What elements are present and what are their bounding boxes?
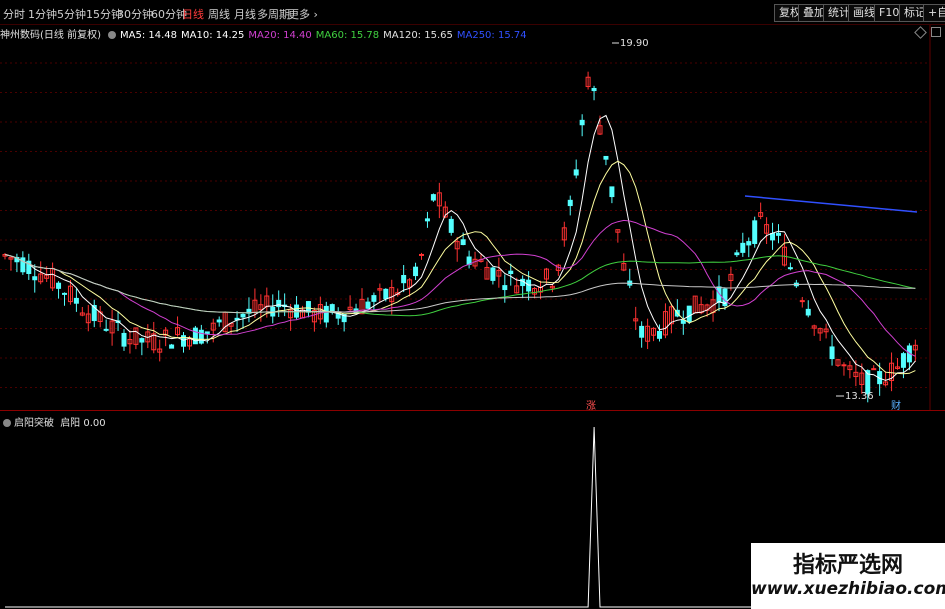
toolbar-button-6[interactable]: +自选 <box>923 4 945 22</box>
low-price-label: 13.36 <box>845 391 874 402</box>
ma-label-2: MA20: 14.40 <box>248 30 312 41</box>
stock-title: 神州数码(日线 前复权) <box>0 30 101 41</box>
candle-body <box>591 88 597 92</box>
kline-header: 神州数码(日线 前复权) MA5: 14.48 MA10: 14.25 MA20: 1… <box>0 26 535 41</box>
candle-body <box>657 330 662 339</box>
candle-body <box>198 329 204 344</box>
candle-body <box>383 288 389 300</box>
period-tab-9[interactable]: 多周期 <box>257 6 290 22</box>
candle-body <box>787 267 793 270</box>
candle-body <box>32 276 38 281</box>
period-tab-10[interactable]: 更多 › <box>288 6 318 22</box>
candle-body <box>371 295 377 302</box>
period-tab-1[interactable]: 1分钟 <box>28 6 57 22</box>
indicator-header: 启阳突破 启阳 0.00 <box>0 414 106 429</box>
candle-body <box>567 199 573 207</box>
candle-body <box>573 169 579 176</box>
period-tab-7[interactable]: 周线 <box>208 6 230 22</box>
candle-body <box>603 155 609 160</box>
ma-label-5: MA250: 15.74 <box>456 30 527 41</box>
candle-body <box>323 305 329 323</box>
candle-body <box>365 301 371 309</box>
candle-body <box>770 233 776 241</box>
indicator-value: 0.00 <box>83 418 106 429</box>
ma-label-0: MA5: 14.48 <box>119 30 177 41</box>
cai-marker: 财 <box>891 399 901 410</box>
candle-body <box>424 218 430 222</box>
candle-body <box>829 346 835 360</box>
candle-body <box>740 242 746 253</box>
candle-body <box>430 194 436 201</box>
candle-body <box>686 305 692 323</box>
candle-body <box>73 297 79 304</box>
indicator-series-name: 启阳 <box>60 418 81 429</box>
candle-body <box>56 282 62 289</box>
candle-body <box>609 186 615 198</box>
candle-body <box>62 292 67 295</box>
candle-body <box>502 285 508 291</box>
candle-body <box>680 319 686 324</box>
ma-legend: MA5: 14.48 MA10: 14.25 MA20: 14.40 MA60: 15… <box>120 30 531 41</box>
candle-body <box>448 218 454 233</box>
period-tab-2[interactable]: 5分钟 <box>57 6 86 22</box>
ma-label-1: MA10: 14.25 <box>181 30 245 41</box>
candle-body <box>900 353 906 368</box>
candle-body <box>752 220 758 244</box>
indicator-name: 启阳突破 <box>14 418 54 429</box>
watermark-title: 指标严选网 <box>792 553 903 578</box>
candle-body <box>216 319 222 323</box>
candle-body <box>460 239 466 246</box>
candle-body <box>121 332 127 347</box>
candle-body <box>419 253 424 256</box>
candle-body <box>805 308 811 316</box>
candle-body <box>746 241 752 246</box>
ma-label-4: MA120: 15.65 <box>383 30 453 41</box>
candle-body <box>276 299 282 308</box>
watermark: 指标严选网 www.xuezhibiao.com <box>751 543 945 609</box>
candle-body <box>103 328 109 331</box>
candle-body <box>871 368 877 371</box>
maximize-icon[interactable] <box>931 27 941 37</box>
zhang-marker: 涨 <box>586 400 596 410</box>
candle-body <box>579 119 585 126</box>
candle-body <box>734 252 740 256</box>
ma-label-3: MA60: 15.78 <box>315 30 380 41</box>
candle-body <box>508 270 514 275</box>
candle-body <box>639 325 645 338</box>
period-tab-4[interactable]: 30分钟 <box>117 6 153 22</box>
ma120-line <box>4 254 916 314</box>
period-tab-6[interactable]: 日线 <box>182 6 204 22</box>
candle-body <box>413 266 419 277</box>
top-toolbar: 分时 1分钟 5分钟 15分钟 30分钟 60分钟 日线 周线 月线 多周期 更多 › 复权 叠加 统计… <box>0 0 945 25</box>
candle-body <box>139 338 145 343</box>
candle-body <box>841 364 847 367</box>
candle-body <box>20 257 26 273</box>
period-tab-8[interactable]: 月线 <box>234 6 256 22</box>
candle-body <box>776 232 781 236</box>
ma250-line <box>744 195 918 213</box>
watermark-url: www.xuezhibiao.com <box>751 579 945 599</box>
kline-panel[interactable]: 19.90 13.36 涨 财 神州数码(日线 前复权) MA5: 14.48 MA10:… <box>0 25 945 410</box>
candle-body <box>401 275 407 284</box>
settings-icon[interactable] <box>107 31 116 39</box>
period-tab-0[interactable]: 分时 <box>3 6 25 22</box>
candle-body <box>490 267 496 281</box>
candle-body <box>169 344 175 349</box>
kline-chart[interactable]: 19.90 13.36 涨 财 <box>0 25 945 410</box>
candle-body <box>204 331 210 334</box>
candle-body <box>799 300 805 303</box>
indicator-settings-icon[interactable] <box>3 419 11 427</box>
high-price-label: 19.90 <box>620 38 649 49</box>
candle-body <box>240 313 246 318</box>
